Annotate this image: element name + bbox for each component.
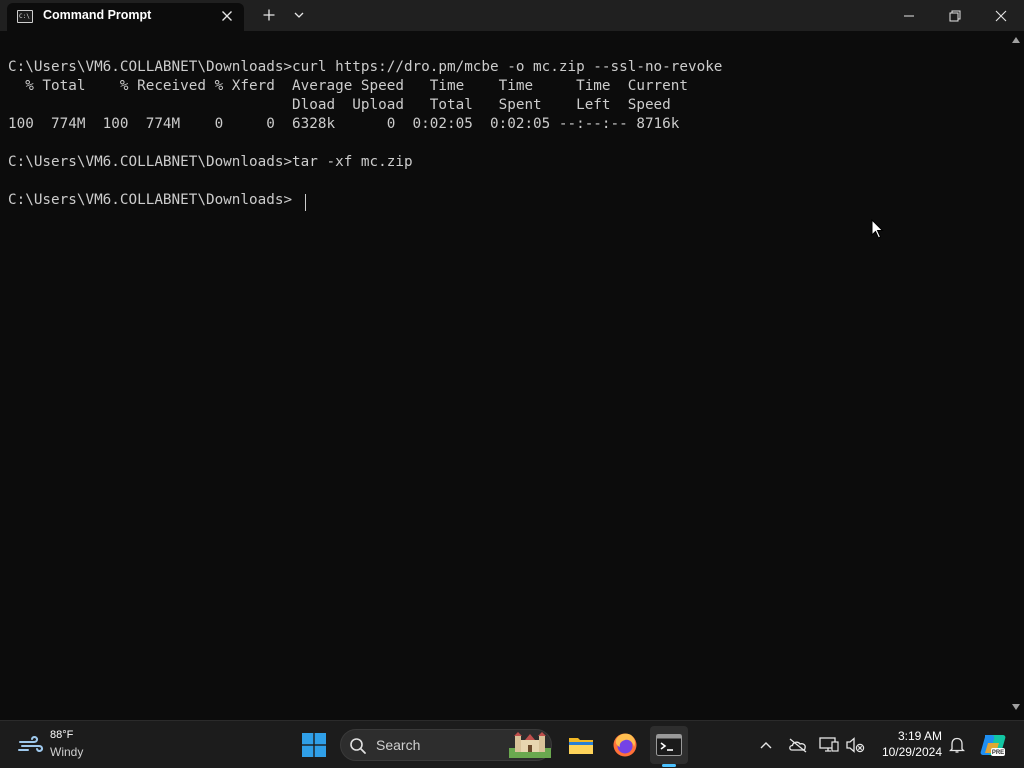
search-label: Search <box>376 737 421 753</box>
terminal-line: % Total % Received % Xferd Average Speed… <box>8 78 688 94</box>
close-window-button[interactable] <box>978 0 1024 31</box>
terminal-line: C:\Users\VM6.COLLABNET\Downloads>tar -xf… <box>8 154 413 170</box>
taskbar-search[interactable]: Search <box>340 729 552 761</box>
close-tab-icon[interactable] <box>219 8 235 24</box>
bell-icon <box>949 737 965 753</box>
weather-description: Windy <box>50 745 84 759</box>
speaker-muted-icon <box>846 737 865 753</box>
command-prompt-icon: C:\ <box>17 10 33 23</box>
close-icon <box>995 10 1007 21</box>
taskbar: 88°F Windy Search 3:19 AM 10/29/2024 PRE <box>0 720 1024 768</box>
cloud-offline-icon <box>789 738 807 753</box>
weather-temperature: 88°F <box>50 729 74 741</box>
firefox-icon <box>613 733 637 757</box>
volume-tray-button[interactable] <box>842 732 868 758</box>
tab-title: Command Prompt <box>43 8 152 22</box>
terminal-output[interactable]: C:\Users\VM6.COLLABNET\Downloads>curl ht… <box>0 31 1008 720</box>
network-icon <box>819 737 839 752</box>
scroll-down-icon[interactable] <box>1012 704 1020 710</box>
scroll-up-icon[interactable] <box>1012 37 1020 43</box>
search-highlight-castle-icon <box>509 732 551 758</box>
chevron-up-icon <box>760 742 772 749</box>
file-explorer-button[interactable] <box>562 726 600 764</box>
copilot-icon[interactable]: PRE <box>979 731 1007 759</box>
search-icon <box>350 738 366 754</box>
restore-icon <box>949 10 961 21</box>
clock-time: 3:19 AM <box>897 729 942 743</box>
active-app-indicator <box>662 764 676 767</box>
firefox-button[interactable] <box>606 726 644 764</box>
text-cursor <box>305 194 306 211</box>
clock-date: 10/29/2024 <box>881 745 942 759</box>
folder-icon <box>569 738 593 754</box>
tab-command-prompt[interactable]: C:\ Command Prompt <box>7 3 244 31</box>
terminal-lines: C:\Users\VM6.COLLABNET\Downloads>curl ht… <box>8 58 722 210</box>
chevron-down-icon[interactable] <box>291 7 307 23</box>
mouse-pointer-icon <box>871 219 884 239</box>
minimize-icon <box>904 15 914 16</box>
title-bar: C:\ Command Prompt <box>0 0 1024 31</box>
svg-text:PRE: PRE <box>992 750 1004 756</box>
terminal-line: C:\Users\VM6.COLLABNET\Downloads> <box>8 192 293 208</box>
terminal-line: Dload Upload Total Spent Left Speed <box>8 97 671 113</box>
terminal-taskbar-button[interactable] <box>650 726 688 764</box>
show-hidden-icons-button[interactable] <box>753 732 779 758</box>
onedrive-tray-button[interactable] <box>785 732 811 758</box>
terminal-icon <box>656 734 682 756</box>
restore-button[interactable] <box>932 0 978 31</box>
wind-icon <box>18 736 44 752</box>
taskbar-clock[interactable]: 3:19 AM 10/29/2024 <box>872 729 942 760</box>
new-tab-icon[interactable] <box>261 7 277 23</box>
notifications-button[interactable] <box>944 732 970 758</box>
network-tray-button[interactable] <box>816 732 842 758</box>
minimize-button[interactable] <box>886 0 932 31</box>
vertical-scrollbar[interactable] <box>1008 31 1024 720</box>
weather-widget[interactable]: 88°F Windy <box>14 728 104 762</box>
terminal-line: C:\Users\VM6.COLLABNET\Downloads>curl ht… <box>8 59 723 75</box>
terminal-line: 100 774M 100 774M 0 0 6328k 0 0:02:05 0:… <box>8 116 680 132</box>
windows-logo-icon <box>302 733 326 757</box>
start-button[interactable] <box>295 726 333 764</box>
